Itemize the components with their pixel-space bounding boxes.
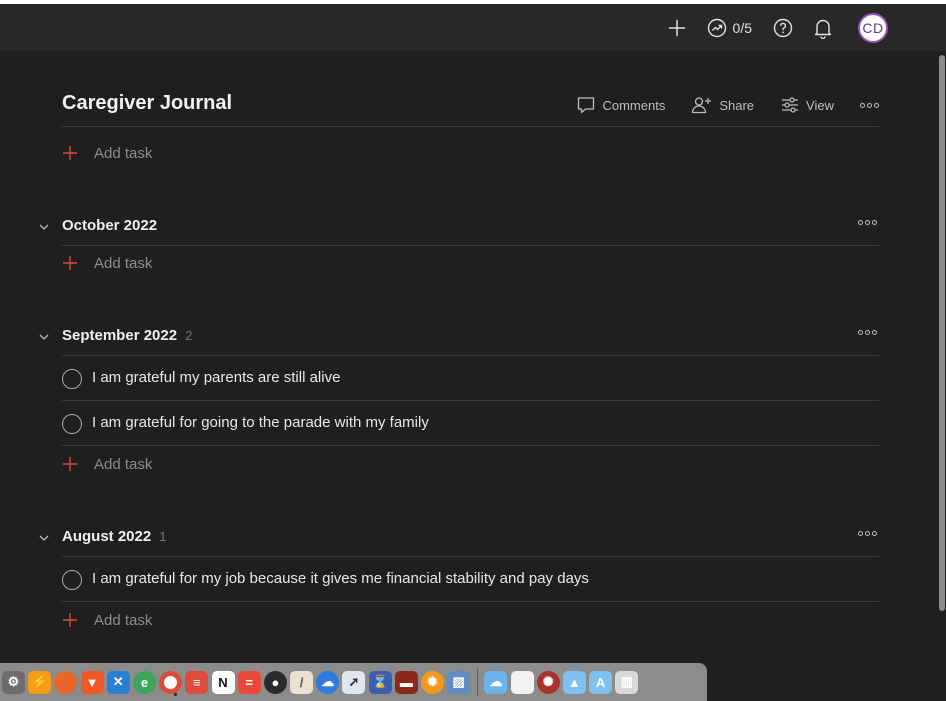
topbar-actions: 0/5 CD bbox=[665, 4, 888, 51]
plus-icon bbox=[63, 146, 77, 160]
add-task-button[interactable]: Add task bbox=[62, 142, 152, 164]
section-more-icon[interactable] bbox=[858, 330, 877, 335]
preview-icon[interactable]: ▨ bbox=[447, 670, 471, 694]
comments-label: Comments bbox=[602, 97, 666, 113]
photo-booth-icon[interactable]: ▬ bbox=[394, 670, 418, 694]
app-window: 0/5 CD Caregiver Journal Comments Share bbox=[0, 4, 946, 701]
vlc-icon[interactable]: ✹ bbox=[421, 670, 444, 694]
comments-button[interactable]: Comments bbox=[576, 95, 665, 115]
section-title: August 2022 1 bbox=[62, 528, 167, 545]
rocket-icon[interactable]: ➚ bbox=[342, 670, 366, 694]
comment-icon bbox=[578, 97, 595, 114]
page-title: Caregiver Journal bbox=[62, 92, 233, 114]
dock-separator bbox=[477, 668, 479, 696]
top-bar: 0/5 CD bbox=[0, 4, 946, 51]
section-more-icon[interactable] bbox=[858, 220, 877, 225]
qq-icon[interactable]: ● bbox=[263, 670, 287, 694]
vertical-scrollbar[interactable] bbox=[938, 51, 946, 701]
section-title: September 2022 2 bbox=[62, 327, 193, 344]
productivity-icon bbox=[707, 18, 726, 37]
system-preferences-icon[interactable]: ⚙ bbox=[2, 670, 25, 694]
chevron-down-icon[interactable] bbox=[38, 221, 50, 233]
productivity-button[interactable]: 0/5 bbox=[707, 18, 752, 38]
plus-icon bbox=[63, 256, 77, 270]
section-header-september-2022: September 2022 2 bbox=[39, 327, 879, 356]
section-task-count: 1 bbox=[159, 529, 167, 544]
scrollbar-thumb[interactable] bbox=[939, 55, 945, 611]
task-item[interactable]: I am grateful for my job because it give… bbox=[62, 557, 879, 602]
section-header-august-2022: August 2022 1 bbox=[39, 528, 879, 557]
firefox-icon[interactable] bbox=[54, 670, 78, 694]
project-more-icon[interactable] bbox=[860, 102, 879, 108]
reeder-icon[interactable]: ⚡ bbox=[28, 670, 52, 694]
scrivener-icon[interactable]: / bbox=[290, 670, 314, 694]
project-actions: Comments Share View bbox=[576, 95, 879, 115]
todoist-icon[interactable]: ≡ bbox=[185, 670, 209, 694]
chevron-down-icon[interactable] bbox=[38, 532, 50, 544]
task-checkbox[interactable] bbox=[62, 414, 82, 434]
sliders-icon bbox=[782, 97, 799, 113]
help-icon[interactable] bbox=[772, 17, 794, 39]
mosaic-icon[interactable]: ✺ bbox=[536, 670, 560, 694]
toplist-icon[interactable]: = bbox=[237, 670, 261, 694]
backup-icon[interactable]: ☁ bbox=[316, 670, 340, 694]
chrome-icon[interactable] bbox=[159, 670, 183, 696]
user-avatar[interactable]: CD bbox=[858, 12, 888, 43]
add-task-label: Add task bbox=[94, 455, 153, 473]
view-label: View bbox=[806, 97, 834, 113]
notion-icon[interactable]: N bbox=[211, 670, 235, 694]
plus-icon bbox=[63, 457, 77, 471]
add-task-button[interactable]: Add task bbox=[62, 252, 152, 274]
chevron-down-icon[interactable] bbox=[38, 331, 50, 343]
section-header-october-2022: October 2022 bbox=[39, 217, 879, 246]
quick-add-icon[interactable] bbox=[665, 16, 689, 40]
section-more-icon[interactable] bbox=[858, 531, 877, 536]
apps-folder-icon[interactable]: A bbox=[589, 670, 613, 694]
add-task-button[interactable]: Add task bbox=[62, 609, 152, 631]
notifications-bell-icon[interactable] bbox=[812, 17, 834, 39]
task-content[interactable]: I am grateful my parents are still alive bbox=[92, 369, 340, 386]
vscode-icon[interactable]: ✕ bbox=[106, 670, 130, 694]
section-task-count: 2 bbox=[185, 328, 193, 343]
task-checkbox[interactable] bbox=[62, 369, 82, 389]
share-label: Share bbox=[719, 97, 755, 113]
icloud-folder-icon[interactable]: ☁ bbox=[484, 670, 508, 694]
add-task-label: Add task bbox=[94, 144, 153, 162]
view-button[interactable]: View bbox=[780, 95, 834, 115]
task-item[interactable]: I am grateful my parents are still alive bbox=[62, 356, 879, 401]
section-title: October 2022 bbox=[62, 217, 158, 234]
document-icon[interactable] bbox=[510, 670, 534, 694]
add-task-label: Add task bbox=[94, 254, 153, 272]
share-button[interactable]: Share bbox=[691, 95, 754, 115]
task-content[interactable]: I am grateful for going to the parade wi… bbox=[92, 414, 429, 431]
folder-icon[interactable]: ▲ bbox=[562, 670, 586, 694]
evernote-icon[interactable]: e bbox=[132, 670, 156, 694]
project-header: Caregiver Journal Comments Share View bbox=[62, 91, 879, 127]
task-item[interactable]: I am grateful for going to the parade wi… bbox=[62, 401, 879, 446]
macos-dock: ⚙ ⚡ ▼ ✕ e ≡ N = ● / ☁ ➚ ⌛ ▬ ✹ ▨ ☁ ✺ ▲ A … bbox=[0, 663, 707, 701]
task-content[interactable]: I am grateful for my job because it give… bbox=[92, 570, 589, 587]
add-person-icon bbox=[692, 97, 712, 114]
brave-icon[interactable]: ▼ bbox=[80, 670, 104, 694]
trash-icon[interactable]: ▥ bbox=[615, 670, 639, 694]
add-task-label: Add task bbox=[94, 611, 153, 629]
plus-icon bbox=[63, 613, 77, 627]
karma-count: 0/5 bbox=[732, 19, 752, 36]
add-task-button[interactable]: Add task bbox=[62, 453, 152, 475]
timer-icon[interactable]: ⌛ bbox=[368, 670, 392, 694]
task-checkbox[interactable] bbox=[62, 570, 82, 590]
